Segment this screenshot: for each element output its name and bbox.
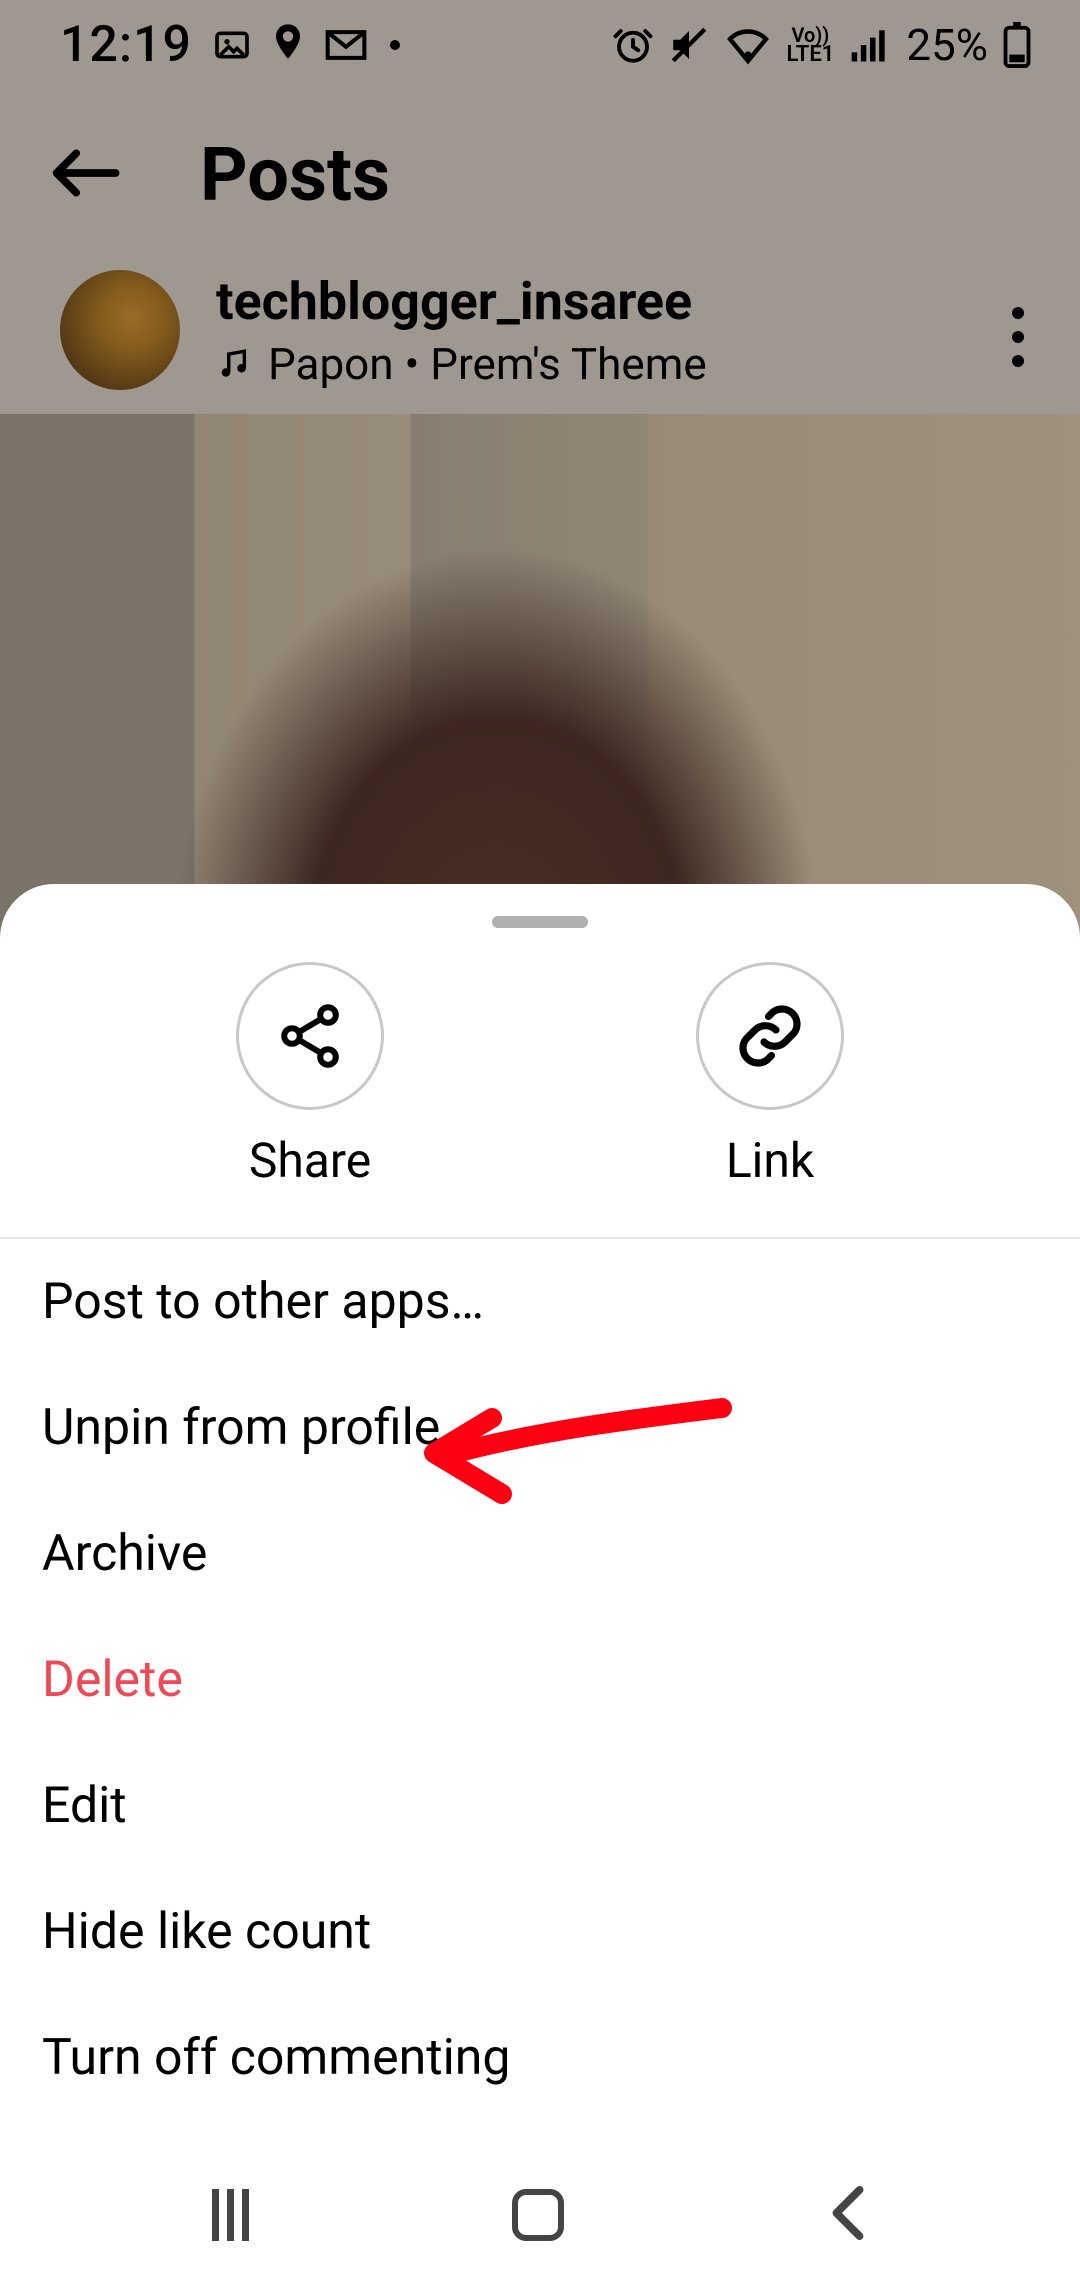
chevron-left-icon: [827, 2186, 869, 2240]
options-bottom-sheet: Share Link Post to other apps… Unpin fro…: [0, 884, 1080, 2280]
sheet-drag-handle[interactable]: [492, 916, 588, 928]
nav-recents-button[interactable]: [212, 2189, 249, 2241]
link-label: Link: [726, 1132, 814, 1189]
share-icon: [274, 1000, 346, 1072]
share-label: Share: [249, 1132, 371, 1189]
menu-hide-like-count[interactable]: Hide like count: [0, 1869, 1080, 1995]
nav-home-button[interactable]: [512, 2189, 564, 2241]
sheet-actions-row: Share Link: [0, 948, 1080, 1237]
nav-back-button[interactable]: [827, 2186, 869, 2244]
menu-edit[interactable]: Edit: [0, 1743, 1080, 1869]
menu-post-to-other-apps[interactable]: Post to other apps…: [0, 1239, 1080, 1365]
android-nav-bar: [0, 2150, 1080, 2280]
menu-turn-off-commenting[interactable]: Turn off commenting: [0, 1995, 1080, 2121]
link-action[interactable]: Link: [696, 962, 844, 1189]
link-icon: [734, 1000, 806, 1072]
share-action[interactable]: Share: [236, 962, 384, 1189]
menu-delete[interactable]: Delete: [0, 1617, 1080, 1743]
menu-unpin-from-profile[interactable]: Unpin from profile: [0, 1365, 1080, 1491]
menu-archive[interactable]: Archive: [0, 1491, 1080, 1617]
sheet-menu-list: Post to other apps… Unpin from profile A…: [0, 1239, 1080, 2121]
